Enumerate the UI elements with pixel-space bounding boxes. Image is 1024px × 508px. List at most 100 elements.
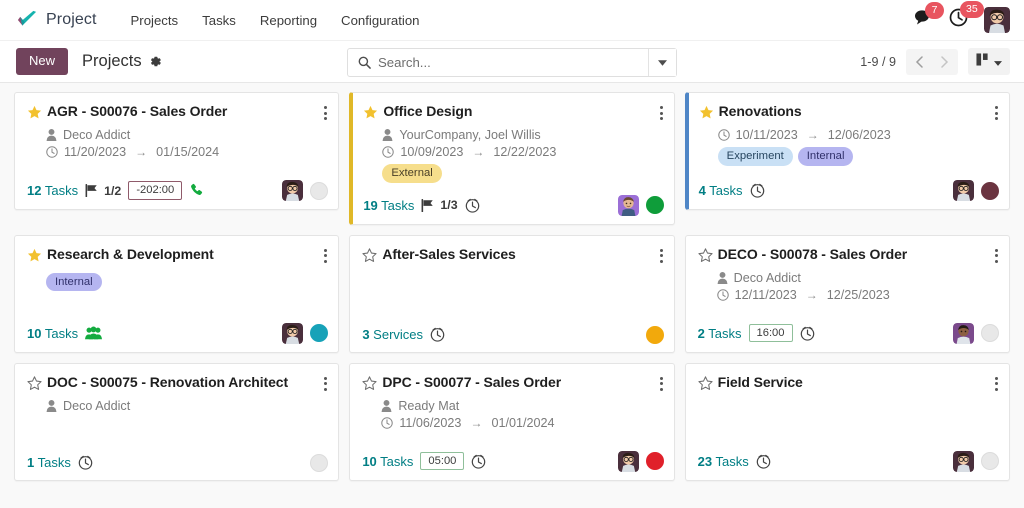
view-switcher-kanban[interactable] xyxy=(968,48,1010,75)
card-menu-button[interactable] xyxy=(659,376,664,391)
new-button[interactable]: New xyxy=(16,47,69,76)
tag-experiment[interactable]: Experiment xyxy=(717,147,793,166)
pager-previous-button[interactable] xyxy=(906,48,932,75)
kanban-card[interactable]: AGR - S00076 - Sales Order Deco Addict 11/… xyxy=(14,92,340,210)
timesheet-clock-icon[interactable] xyxy=(78,455,93,470)
card-menu-button[interactable] xyxy=(323,106,328,120)
timesheet-clock-icon[interactable] xyxy=(756,454,771,469)
status-indicator-teal[interactable] xyxy=(310,324,329,343)
timesheet-hours-badge[interactable]: 05:00 xyxy=(420,451,465,471)
kanban-card[interactable]: After-Sales Services 3 Services xyxy=(349,234,675,353)
kanban-column-slot: DOC - S00075 - Renovation Architect Deco … xyxy=(9,362,344,491)
card-tags: Internal xyxy=(27,272,328,292)
kanban-card[interactable]: DPC - S00077 - Sales Order Ready Mat 11/06… xyxy=(349,362,675,481)
card-footer-right xyxy=(952,450,999,472)
timesheet-clock-icon[interactable] xyxy=(465,198,480,213)
card-record-count[interactable]: 2 Tasks xyxy=(698,326,742,341)
card-date-end: 01/01/2024 xyxy=(491,415,555,430)
kanban-card[interactable]: Office Design YourCompany, Joel Willis 10/… xyxy=(349,92,675,225)
card-footer: 10 Tasks 05:00 xyxy=(362,439,664,472)
card-menu-button[interactable] xyxy=(323,248,328,263)
assignee-avatar[interactable] xyxy=(282,322,304,344)
timesheet-clock-icon[interactable] xyxy=(430,327,445,342)
card-menu-button[interactable] xyxy=(994,376,999,391)
status-indicator-gray[interactable] xyxy=(980,452,999,471)
card-record-count[interactable]: 4 Tasks xyxy=(699,183,743,198)
card-menu-button[interactable] xyxy=(659,106,664,120)
star-filled-icon[interactable] xyxy=(27,105,42,125)
kanban-card[interactable]: Field Service 23 Tasks xyxy=(684,362,1010,481)
menu-item-configuration[interactable]: Configuration xyxy=(329,7,431,34)
timesheet-clock-icon[interactable] xyxy=(800,326,815,341)
assignee-avatar[interactable] xyxy=(617,194,639,216)
milestone-flag-icon[interactable] xyxy=(85,184,99,197)
star-outline-icon[interactable] xyxy=(698,375,713,396)
card-menu-button[interactable] xyxy=(994,106,999,120)
card-footer-right xyxy=(645,325,664,344)
timesheet-hours-badge[interactable]: 16:00 xyxy=(748,323,793,343)
status-indicator-gray[interactable] xyxy=(310,453,329,472)
tag-internal[interactable]: Internal xyxy=(46,272,102,292)
star-filled-icon[interactable] xyxy=(363,105,378,125)
kanban-card[interactable]: DECO - S00078 - Sales Order Deco Addict 12… xyxy=(684,234,1010,353)
card-footer: 4 Tasks xyxy=(699,168,999,201)
status-indicator-green[interactable] xyxy=(645,196,664,215)
assignee-avatar[interactable] xyxy=(282,180,304,201)
card-record-count[interactable]: 23 Tasks xyxy=(698,454,749,469)
activities-menu[interactable]: 35 xyxy=(949,1,984,32)
card-title: Renovations xyxy=(718,103,802,119)
card-menu-button[interactable] xyxy=(994,248,999,263)
messages-menu[interactable]: 7 xyxy=(914,2,944,31)
card-menu-button[interactable] xyxy=(659,248,664,263)
collaborators-group-icon[interactable] xyxy=(85,326,103,340)
top-navbar: Project Projects Tasks Reporting Configu… xyxy=(0,0,1024,41)
star-outline-icon[interactable] xyxy=(698,247,713,268)
kanban-view-icon xyxy=(976,52,989,71)
tag-internal[interactable]: Internal xyxy=(797,147,854,166)
card-footer-right xyxy=(282,180,329,201)
status-indicator-orange[interactable] xyxy=(645,325,664,344)
star-outline-icon[interactable] xyxy=(362,247,377,268)
status-indicator-maroon[interactable] xyxy=(980,181,999,200)
assignee-avatar[interactable] xyxy=(617,450,639,472)
timesheet-hours-badge[interactable]: -202:00 xyxy=(128,181,183,200)
menu-item-projects[interactable]: Projects xyxy=(119,7,191,34)
kanban-card[interactable]: Renovations 10/11/2023 → 12/06/2023 Experime… xyxy=(684,92,1010,210)
search-input[interactable] xyxy=(378,49,648,76)
gear-icon[interactable] xyxy=(149,55,162,68)
menu-item-tasks[interactable]: Tasks xyxy=(190,7,248,34)
kanban-card[interactable]: Research & Development Internal 10 Tasks xyxy=(14,234,340,353)
kanban-card[interactable]: DOC - S00075 - Renovation Architect Deco … xyxy=(14,362,340,481)
card-record-count[interactable]: 10 Tasks xyxy=(362,454,413,469)
activities-badge: 35 xyxy=(960,1,984,18)
status-indicator-gray[interactable] xyxy=(310,181,329,200)
menu-item-reporting[interactable]: Reporting xyxy=(248,7,329,34)
status-indicator-gray[interactable] xyxy=(980,324,999,343)
search-dropdown-toggle[interactable] xyxy=(648,49,676,76)
assignee-avatar[interactable] xyxy=(952,180,974,201)
status-indicator-red[interactable] xyxy=(645,452,664,471)
phone-icon[interactable] xyxy=(189,183,204,198)
card-record-count[interactable]: 12 Tasks xyxy=(27,183,78,198)
card-dates-row: 11/20/2023 → 01/15/2024 xyxy=(27,145,328,159)
timesheet-clock-icon[interactable] xyxy=(471,454,486,469)
star-filled-icon[interactable] xyxy=(27,248,42,268)
brand-home-link[interactable]: Project xyxy=(16,10,97,30)
timesheet-clock-icon[interactable] xyxy=(750,183,765,198)
card-header: Office Design xyxy=(363,103,663,125)
user-avatar[interactable] xyxy=(984,7,1010,33)
assignee-avatar[interactable] xyxy=(952,322,974,344)
card-record-count[interactable]: 3 Services xyxy=(362,327,423,342)
milestone-flag-icon[interactable] xyxy=(421,198,435,212)
star-outline-icon[interactable] xyxy=(362,375,377,396)
card-record-count[interactable]: 1 Tasks xyxy=(27,455,71,470)
card-record-count[interactable]: 19 Tasks xyxy=(363,198,414,213)
card-record-count[interactable]: 10 Tasks xyxy=(27,326,78,341)
assignee-avatar[interactable] xyxy=(952,450,974,472)
star-filled-icon[interactable] xyxy=(699,105,714,125)
tag-external[interactable]: External xyxy=(382,164,442,183)
card-date-start: 11/06/2023 xyxy=(399,415,462,430)
card-menu-button[interactable] xyxy=(323,376,328,391)
pager-next-button[interactable] xyxy=(932,48,958,75)
star-outline-icon[interactable] xyxy=(27,375,42,396)
